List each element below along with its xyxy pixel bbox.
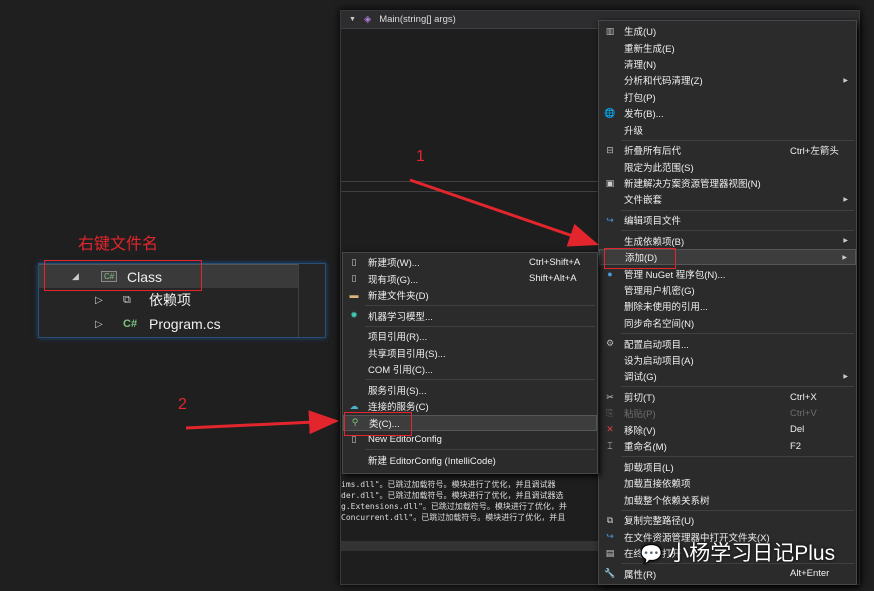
annotation-arrows xyxy=(185,178,599,435)
arrow-1 xyxy=(409,178,599,247)
wechat-icon: 💬 xyxy=(640,544,663,564)
watermark: 💬 小杨学习日记Plus xyxy=(640,537,835,567)
watermark-text: 小杨学习日记Plus xyxy=(668,542,836,565)
arrow-2 xyxy=(185,410,339,435)
